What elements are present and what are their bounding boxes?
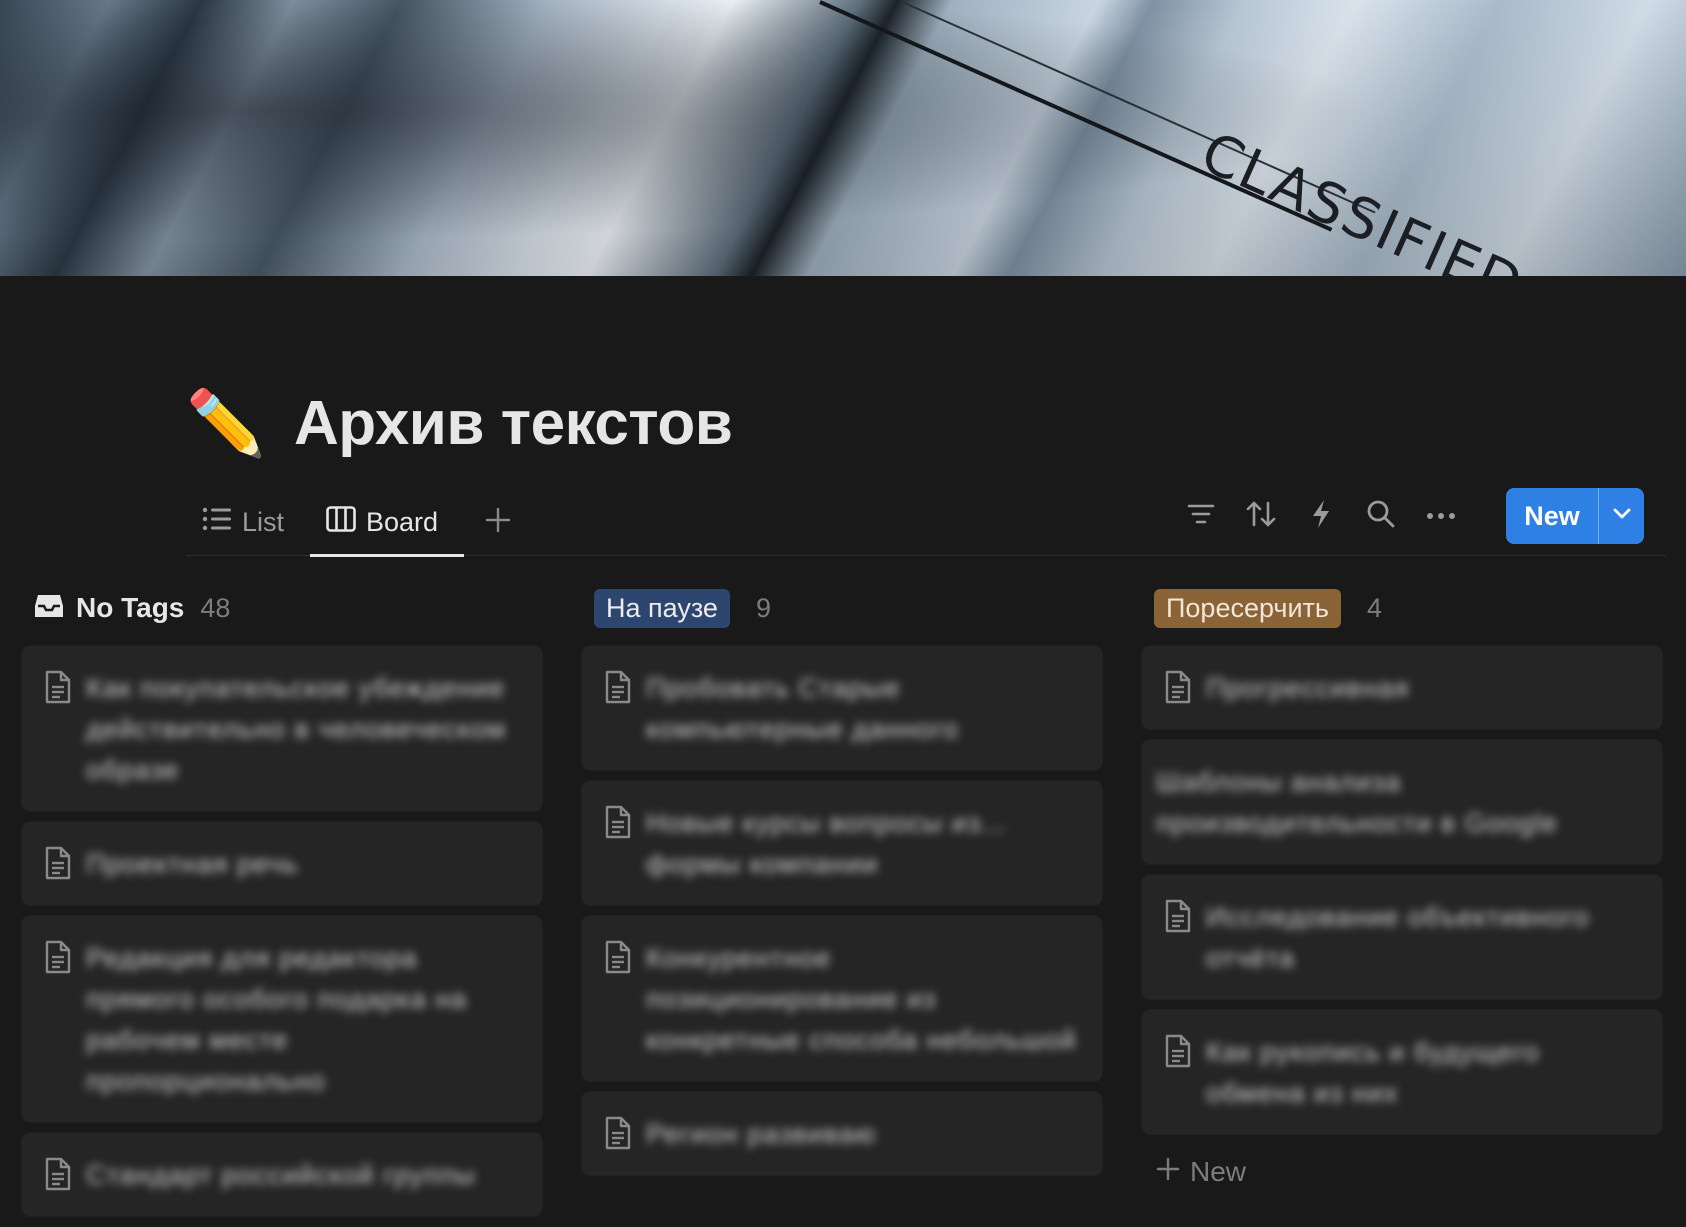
board-card[interactable]: Шаблоны анализа производительности в Goo…	[1142, 740, 1662, 864]
card-title: Как покупательское убеждение действитель…	[86, 673, 507, 785]
board-column-research: Поресерчить 4 Прогрессивная Шаблоны анал…	[1142, 580, 1662, 1199]
automation-button[interactable]	[1296, 491, 1346, 541]
board-column-paused: На паузе 9 Пробовать Старые компьютерные…	[582, 580, 1102, 1186]
page-icon	[44, 670, 72, 709]
sort-button[interactable]	[1236, 491, 1286, 541]
column-header[interactable]: No Tags 48	[22, 580, 542, 636]
board-card[interactable]: Проектная речь	[22, 822, 542, 905]
database-toolbar: New	[1176, 488, 1644, 544]
cover-image[interactable]: CLASSIFIED	[0, 0, 1686, 276]
board-card[interactable]: Исследование объективного отчёта	[1142, 875, 1662, 999]
list-icon	[202, 506, 232, 539]
view-tabbar: List Board New	[186, 488, 1666, 557]
automation-icon	[1311, 499, 1331, 534]
board-card[interactable]: Как покупательское убеждение действитель…	[22, 646, 542, 811]
board-card[interactable]: Конкурентное позиционирование из конкрет…	[582, 916, 1102, 1081]
page-icon	[604, 805, 632, 844]
board-card[interactable]: Редакция для редактора прямого особого п…	[22, 916, 542, 1122]
add-card-button[interactable]: New	[1142, 1145, 1662, 1199]
column-count: 9	[755, 592, 771, 623]
page-icon	[604, 940, 632, 979]
filter-icon	[1187, 502, 1215, 531]
card-title: Исследование объективного отчёта	[1206, 902, 1590, 973]
page-icon	[44, 940, 72, 979]
page-icon	[1164, 899, 1192, 938]
plus-icon	[485, 503, 511, 542]
card-title: Как рукопись и будущего обмена из них	[1206, 1037, 1540, 1108]
board-view: No Tags 48 Как покупательское убеждение …	[22, 580, 1672, 1216]
card-title: Стандарт российской группы	[86, 1160, 476, 1190]
board-card[interactable]: Пробовать Старые компьютерные данного	[582, 646, 1102, 770]
tab-board-label: Board	[366, 506, 439, 537]
page-header: ✏️ Архив текстов	[186, 378, 733, 468]
new-button[interactable]: New	[1506, 488, 1598, 544]
card-title: Регион развиваю	[646, 1119, 877, 1149]
filter-button[interactable]	[1176, 491, 1226, 541]
tab-list[interactable]: List	[202, 488, 300, 556]
page-icon	[604, 670, 632, 709]
column-tag: На паузе	[594, 588, 730, 628]
page-icon	[44, 1157, 72, 1196]
search-icon	[1366, 499, 1396, 534]
card-title: Проектная речь	[86, 849, 299, 879]
new-button-group: New	[1506, 488, 1644, 544]
column-tag: Поресерчить	[1154, 588, 1341, 628]
board-card[interactable]: Новые курсы вопросы из... формы компании	[582, 781, 1102, 905]
card-title: Конкурентное позиционирование из конкрет…	[646, 943, 1077, 1055]
board-column-no-tags: No Tags 48 Как покупательское убеждение …	[22, 580, 542, 1227]
add-card-label: New	[1190, 1156, 1247, 1187]
card-title: Пробовать Старые компьютерные данного	[646, 673, 959, 744]
sort-icon	[1246, 500, 1276, 533]
tab-list-label: List	[242, 506, 285, 537]
column-title: No Tags	[76, 592, 185, 623]
column-header[interactable]: На паузе 9	[582, 580, 1102, 636]
board-icon	[326, 505, 356, 539]
column-count: 48	[200, 592, 231, 623]
chevron-down-icon	[1612, 507, 1632, 525]
page-icon	[1164, 670, 1192, 709]
board-card[interactable]: Прогрессивная	[1142, 646, 1662, 729]
column-count: 4	[1366, 592, 1383, 623]
column-header[interactable]: Поресерчить 4	[1142, 580, 1662, 636]
page-icon	[44, 846, 72, 885]
add-view-button[interactable]	[478, 488, 518, 556]
more-icon	[1426, 507, 1456, 525]
plus-icon	[1156, 1156, 1180, 1188]
tab-board[interactable]: Board	[310, 488, 464, 557]
board-card[interactable]: Регион развиваю	[582, 1092, 1102, 1175]
page-title[interactable]: Архив текстов	[294, 388, 733, 459]
page-emoji-icon[interactable]: ✏️	[186, 391, 266, 455]
new-dropdown-button[interactable]	[1598, 488, 1644, 544]
page-icon	[1164, 1034, 1192, 1073]
board-card[interactable]: Как рукопись и будущего обмена из них	[1142, 1010, 1662, 1134]
card-title: Шаблоны анализа производительности в Goo…	[1156, 767, 1558, 838]
board-card[interactable]: Стандарт российской группы	[22, 1133, 542, 1216]
card-title: Прогрессивная	[1206, 673, 1410, 703]
card-title: Новые курсы вопросы из... формы компании	[646, 808, 1007, 879]
search-button[interactable]	[1356, 491, 1406, 541]
more-button[interactable]	[1416, 491, 1466, 541]
inbox-icon	[34, 592, 64, 625]
card-title: Редакция для редактора прямого особого п…	[86, 943, 468, 1096]
page-icon	[604, 1116, 632, 1155]
